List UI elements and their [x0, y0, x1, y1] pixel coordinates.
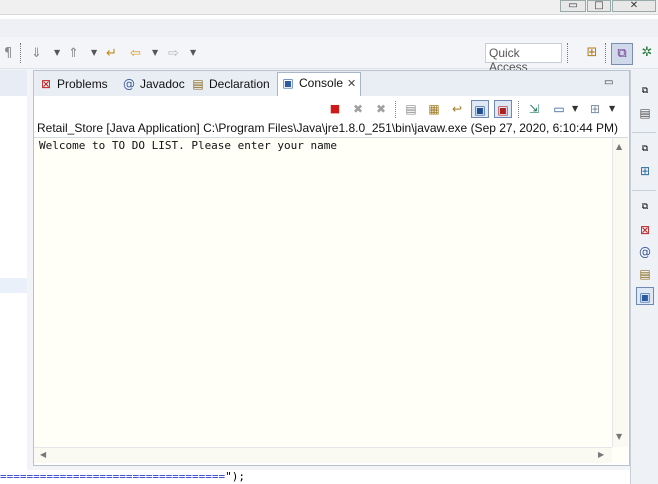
problems-icon[interactable]: ⊠ [636, 221, 654, 239]
tab-label: Declaration [209, 77, 270, 91]
scroll-lock-icon[interactable]: ▦ [425, 100, 443, 118]
tab-label: Javadoc [140, 77, 185, 91]
scroll-right-icon[interactable]: ▶ [598, 450, 604, 459]
toolbar-separator [518, 101, 519, 118]
show-stdout-icon[interactable]: ▣ [471, 100, 489, 118]
tab-label: Console [299, 76, 344, 90]
code-tail: "); [225, 470, 246, 483]
pin-console-icon[interactable]: ⇲ [525, 100, 543, 118]
process-label: Retail_Store [Java Application] C:\Progr… [37, 121, 618, 135]
declaration-icon[interactable]: ▤ [636, 265, 654, 283]
toolbar-separator [605, 43, 606, 63]
console-output-text[interactable]: Welcome to TO DO LIST. Please enter your… [39, 139, 337, 152]
minimize-view-icon[interactable]: ▭ [604, 77, 613, 88]
open-console-icon[interactable]: ⊞ [586, 100, 604, 118]
back-icon[interactable]: ⇦ [130, 46, 141, 62]
remove-launch-icon[interactable]: ✖ [349, 100, 367, 118]
tab-problems[interactable]: ⊠ Problems [38, 74, 108, 96]
task-list-icon[interactable]: ⊞ [636, 162, 654, 180]
forward-icon[interactable]: ⇨ [168, 46, 179, 62]
word-wrap-icon[interactable]: ↩ [448, 100, 466, 118]
vertical-scrollbar[interactable] [612, 138, 628, 447]
problems-icon: ⊠ [40, 77, 52, 91]
editor-code-line[interactable]: =================================="); [0, 470, 630, 484]
console-icon[interactable]: ▣ [636, 287, 654, 305]
minimize-window-button[interactable]: ▭ [560, 0, 586, 12]
maximize-window-button[interactable]: □ [587, 0, 611, 12]
trim-separator [632, 190, 656, 191]
close-window-button[interactable]: ✕ [612, 0, 656, 12]
scroll-down-icon[interactable]: ▼ [616, 432, 622, 441]
code-string: ================================== [0, 470, 226, 483]
chevron-down-icon[interactable]: ▼ [152, 48, 158, 57]
tab-label: Problems [57, 77, 108, 91]
prev-annotation-icon[interactable]: ⇑ [68, 46, 79, 62]
next-annotation-icon[interactable]: ⇓ [31, 46, 42, 62]
java-ee-perspective-icon[interactable]: ⧉ [611, 43, 633, 65]
tab-javadoc[interactable]: @ Javadoc [121, 74, 185, 96]
scroll-up-icon[interactable]: ▲ [616, 142, 622, 151]
menu-band [0, 19, 658, 37]
restore-icon[interactable]: ⧉ [636, 82, 654, 100]
toolbar-separator [20, 43, 21, 63]
chevron-down-icon[interactable]: ▼ [54, 48, 60, 57]
declaration-icon: ▤ [192, 77, 204, 91]
toolbar-separator [567, 43, 568, 63]
remove-all-icon[interactable]: ✖ [372, 100, 390, 118]
scroll-left-icon[interactable]: ◀ [40, 450, 46, 459]
tab-declaration[interactable]: ▤ Declaration [190, 74, 270, 96]
tab-console[interactable]: ▣ Console ✕ [277, 72, 362, 96]
pilcrow-icon[interactable]: ¶ [4, 46, 12, 62]
editor-current-line [0, 278, 27, 293]
open-perspective-icon[interactable]: ⊞ [581, 43, 603, 65]
javadoc-icon: @ [123, 77, 135, 91]
trim-separator [632, 132, 656, 133]
chevron-down-icon[interactable]: ▼ [91, 48, 97, 57]
show-stderr-icon[interactable]: ▣ [494, 100, 512, 118]
chevron-down-icon[interactable]: ▼ [572, 104, 578, 113]
chevron-down-icon[interactable]: ▼ [609, 104, 615, 113]
clear-console-icon[interactable]: ▤ [402, 100, 420, 118]
display-console-icon[interactable]: ▭ [550, 100, 568, 118]
horizontal-scrollbar[interactable] [34, 447, 612, 463]
terminate-icon[interactable]: ■ [326, 100, 344, 118]
restore-icon[interactable]: ⧉ [636, 140, 654, 158]
last-edit-icon[interactable]: ↵ [106, 46, 117, 62]
restore-icon[interactable]: ⧉ [636, 198, 654, 216]
quick-access-input[interactable]: Quick Access [485, 43, 562, 74]
javadoc-icon[interactable]: @ [636, 243, 654, 261]
toolbar-separator [395, 101, 396, 118]
console-output-area[interactable] [34, 137, 628, 463]
console-icon: ▣ [282, 76, 294, 90]
close-icon[interactable]: ✕ [347, 77, 356, 90]
chevron-down-icon[interactable]: ▼ [190, 48, 196, 57]
outline-view-icon[interactable]: ▤ [636, 104, 654, 122]
debug-perspective-icon[interactable]: ✲ [636, 43, 658, 65]
